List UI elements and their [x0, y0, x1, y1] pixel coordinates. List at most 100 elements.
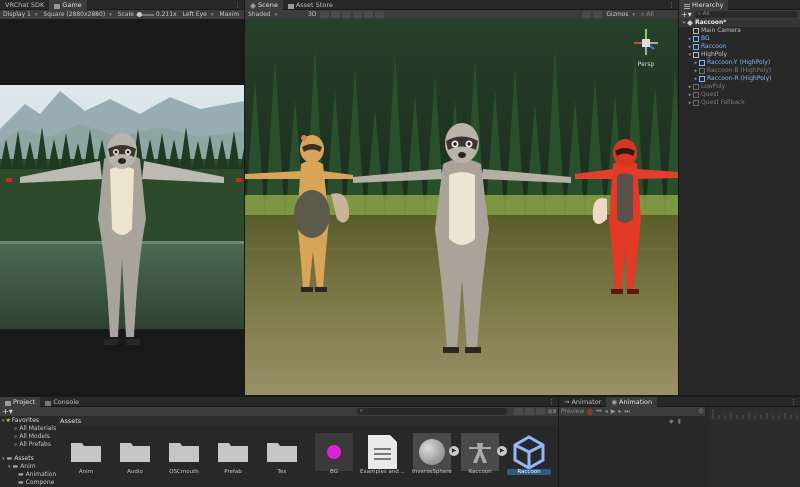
asset-item[interactable]: Prefab: [211, 433, 255, 483]
maximize-toggle[interactable]: Maxim: [216, 10, 242, 19]
anim-folder[interactable]: ▾ ▬ Anim: [8, 463, 36, 471]
folder-icon: [169, 443, 199, 462]
search-by-type-icon[interactable]: [513, 408, 523, 415]
favorite-item[interactable]: ⌕ All Models: [14, 433, 50, 441]
hierarchy-item[interactable]: ▾ Raccoon*: [679, 19, 800, 27]
favorite-item[interactable]: ⌕ All Prefabs: [14, 441, 51, 449]
grid-toggle-icon[interactable]: [375, 11, 385, 18]
hierarchy-item[interactable]: Main Camera: [679, 27, 800, 35]
gameobject-icon: [699, 76, 705, 82]
game-view[interactable]: [0, 19, 244, 395]
timeline-ruler[interactable]: [709, 407, 800, 421]
record-button[interactable]: [587, 408, 594, 415]
assets-folder[interactable]: ▾ ▬ Assets: [2, 455, 34, 463]
asset-item[interactable]: Anim: [64, 433, 108, 483]
search-icon: ⌕: [641, 10, 645, 18]
hierarchy-item-label: Raccoon-B (HighPoly): [707, 67, 772, 74]
effects-dropdown-icon[interactable]: [342, 11, 352, 18]
add-event-icon[interactable]: ▮: [678, 418, 681, 426]
asset-item[interactable]: Audio: [113, 433, 157, 483]
asset-item[interactable]: ▶ Raccoon: [458, 433, 507, 483]
add-keyframe-icon[interactable]: ◆: [669, 418, 674, 426]
gizmos-dropdown[interactable]: Gizmos: [603, 10, 638, 19]
scale-slider-handle[interactable]: [136, 11, 142, 17]
tab-project[interactable]: Project: [0, 396, 41, 407]
asset-item[interactable]: Tex: [260, 433, 304, 483]
hierarchy-panel: Hierarchy +▾ ⌕ All ▾ Raccoon* Main Camera ▸…: [679, 0, 800, 395]
project-search-input[interactable]: ⌕: [356, 408, 507, 415]
first-keyframe-icon[interactable]: ⏮: [596, 408, 601, 416]
favorite-item[interactable]: ⌕ All Materials: [14, 425, 56, 433]
expand-icon[interactable]: ▶: [497, 446, 507, 456]
asset-item[interactable]: Raccoon: [507, 433, 551, 483]
resolution-dropdown[interactable]: Square (2880x2880): [40, 10, 114, 19]
hierarchy-item[interactable]: ▸ Raccoon-R (HighPoly): [679, 75, 800, 83]
hierarchy-item[interactable]: ▸ Raccoon: [679, 43, 800, 51]
add-object-button[interactable]: +▾: [681, 10, 692, 19]
hierarchy-item[interactable]: ▸ Quest: [679, 91, 800, 99]
eye-count-icon[interactable]: ◎9: [548, 409, 556, 415]
more-options-icon[interactable]: ⋮: [548, 398, 558, 406]
project-toolbar: +▾ ⌕ ◎9: [0, 407, 558, 416]
hierarchy-search[interactable]: ⌕ All: [694, 11, 798, 18]
display-dropdown[interactable]: Display 1: [0, 10, 40, 19]
dopesheet-area[interactable]: [709, 421, 800, 487]
tab-animator[interactable]: ⇝ Animator: [559, 397, 606, 407]
scene-search[interactable]: ⌕ All: [638, 10, 678, 19]
camera-dropdown[interactable]: Left Eye: [180, 10, 217, 19]
preview-button[interactable]: Preview: [561, 408, 584, 415]
scene-view[interactable]: Persp: [245, 19, 678, 395]
projection-label[interactable]: Persp: [626, 61, 666, 68]
asset-item[interactable]: OSCmouth: [162, 433, 206, 483]
hierarchy-item[interactable]: ▸ BG: [679, 35, 800, 43]
tab-asset-store[interactable]: Asset Store: [283, 0, 338, 10]
hierarchy-tab-bar: Hierarchy: [679, 0, 800, 10]
audio-toggle-icon[interactable]: [331, 11, 341, 18]
play-icon[interactable]: ▶: [611, 408, 616, 415]
animation-folder[interactable]: ▬ Animation: [18, 471, 56, 479]
frame-field[interactable]: 0: [699, 408, 703, 415]
model-icon: ▶: [413, 433, 459, 471]
create-asset-button[interactable]: +▾: [2, 407, 13, 416]
tab-animation[interactable]: ◉ Animation: [606, 396, 658, 407]
tab-console[interactable]: Console: [40, 397, 84, 407]
more-options-icon[interactable]: ⋮: [668, 1, 678, 9]
asset-item[interactable]: ▶ InverseSphere: [410, 433, 459, 483]
tab-scene[interactable]: Scene: [245, 0, 283, 10]
snap-icon[interactable]: [593, 11, 603, 18]
hierarchy-item[interactable]: ▸ LowPoly: [679, 83, 800, 91]
scene-camera-icon[interactable]: [364, 11, 374, 18]
more-options-icon[interactable]: ⋮: [234, 1, 244, 9]
last-keyframe-icon[interactable]: ⏭: [624, 408, 629, 416]
animation-panel: ⇝ Animator ◉ Animation ⋮ Preview ⏮ ◂ ▶ ▸…: [559, 396, 800, 487]
hierarchy-item[interactable]: ▸ Quest Fallback: [679, 99, 800, 107]
next-keyframe-icon[interactable]: ▸: [618, 408, 621, 415]
more-options-icon[interactable]: ⋮: [790, 398, 800, 406]
tab-vrchat-sdk[interactable]: VRChat SDK: [0, 0, 49, 10]
hierarchy-item[interactable]: ▾ HighPoly: [679, 51, 800, 59]
favorite-search-icon[interactable]: [535, 408, 545, 415]
shading-dropdown[interactable]: Shaded: [245, 10, 305, 19]
hierarchy-item[interactable]: ▸ Raccoon-B (HighPoly): [679, 67, 800, 75]
hierarchy-item-label: Raccoon*: [695, 19, 727, 26]
star-icon: ★: [5, 417, 11, 424]
hidden-objects-icon[interactable]: [353, 11, 363, 18]
asset-item[interactable]: BG: [312, 433, 356, 483]
2d-3d-toggle[interactable]: 3D: [305, 10, 319, 19]
components-folder[interactable]: ▬ Compone: [18, 479, 54, 487]
tools-icon[interactable]: [582, 11, 592, 18]
orientation-gizmo[interactable]: Persp: [626, 25, 666, 68]
asset-item[interactable]: Examples and ...: [360, 433, 404, 483]
scale-slider[interactable]: [135, 11, 154, 17]
axis-gizmo-icon[interactable]: [626, 25, 666, 59]
hierarchy-item-label: Raccoon: [701, 43, 727, 50]
folder-icon: ▬: [6, 455, 13, 462]
lighting-toggle-icon[interactable]: [320, 11, 330, 18]
search-icon: ⌕: [14, 441, 18, 448]
favorites-header[interactable]: ▾ ★ Favorites: [2, 417, 39, 425]
search-by-label-icon[interactable]: [524, 408, 534, 415]
tab-hierarchy[interactable]: Hierarchy: [679, 0, 729, 10]
prev-keyframe-icon[interactable]: ◂: [605, 408, 608, 415]
tab-game[interactable]: Game: [49, 0, 87, 10]
hierarchy-item[interactable]: ▸ Raccoon-Y (HighPoly): [679, 59, 800, 67]
